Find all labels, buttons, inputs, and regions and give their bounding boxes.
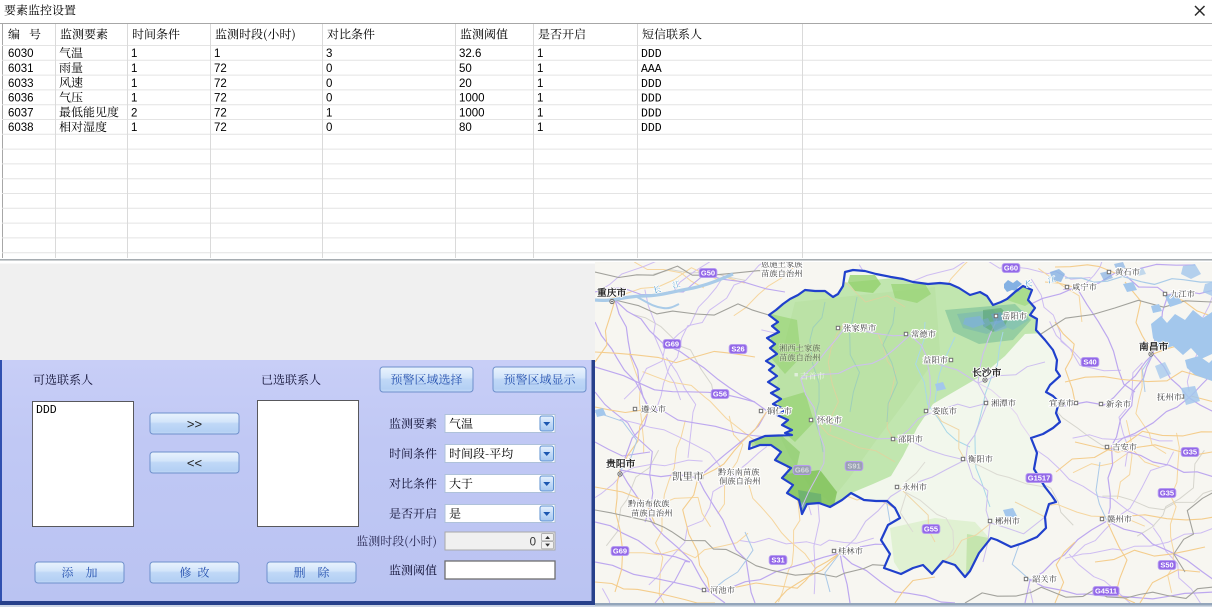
svg-text:1: 1 <box>537 93 543 105</box>
svg-text:1: 1 <box>537 48 543 60</box>
svg-text:72: 72 <box>214 107 227 119</box>
svg-text:1: 1 <box>131 93 137 105</box>
svg-text:S40: S40 <box>1083 358 1096 367</box>
svg-text:G1517: G1517 <box>1028 474 1051 483</box>
svg-text:0: 0 <box>530 537 536 549</box>
svg-text:S91: S91 <box>847 462 860 471</box>
svg-text:AAA: AAA <box>641 63 662 76</box>
svg-text:1: 1 <box>537 63 543 75</box>
svg-text:DDD: DDD <box>641 78 662 91</box>
svg-text:G60: G60 <box>1004 264 1018 273</box>
svg-text:G50: G50 <box>701 269 715 278</box>
svg-text:72: 72 <box>214 93 227 105</box>
svg-text:1000: 1000 <box>459 107 485 119</box>
svg-text:G69: G69 <box>665 340 679 349</box>
svg-text:G35: G35 <box>1160 489 1174 498</box>
svg-text:1: 1 <box>131 63 137 75</box>
svg-text:20: 20 <box>459 78 472 90</box>
svg-text:S26: S26 <box>731 345 744 354</box>
svg-text:DDD: DDD <box>36 404 57 417</box>
svg-text:6038: 6038 <box>8 122 34 134</box>
svg-text:3: 3 <box>326 48 332 60</box>
svg-text:2: 2 <box>131 107 137 119</box>
svg-text:50: 50 <box>459 63 472 75</box>
svg-text:S50: S50 <box>1160 561 1173 570</box>
svg-text:DDD: DDD <box>641 122 662 135</box>
svg-text:0: 0 <box>326 78 332 90</box>
svg-text:72: 72 <box>214 63 227 75</box>
svg-text:1: 1 <box>537 122 543 134</box>
svg-text:G66: G66 <box>795 466 809 475</box>
svg-text:1: 1 <box>131 48 137 60</box>
svg-text:80: 80 <box>459 122 472 134</box>
svg-text:G35: G35 <box>1183 448 1197 457</box>
svg-text:>>: >> <box>187 417 202 432</box>
svg-text:1: 1 <box>214 48 220 60</box>
svg-text:DDD: DDD <box>641 107 662 120</box>
svg-text:G4511: G4511 <box>1095 587 1117 596</box>
svg-text:G56: G56 <box>713 390 727 399</box>
svg-text:DDD: DDD <box>641 93 662 106</box>
svg-text:1: 1 <box>537 78 543 90</box>
svg-text:6030: 6030 <box>8 48 34 60</box>
svg-text:DDD: DDD <box>641 48 662 61</box>
svg-text:1: 1 <box>537 107 543 119</box>
svg-text:0: 0 <box>326 93 332 105</box>
svg-text:G69: G69 <box>613 547 627 556</box>
svg-text:72: 72 <box>214 122 227 134</box>
svg-text:32.6: 32.6 <box>459 48 481 60</box>
svg-text:1: 1 <box>131 78 137 90</box>
svg-text:1: 1 <box>326 107 332 119</box>
svg-text:0: 0 <box>326 122 332 134</box>
svg-text:G55: G55 <box>924 525 938 534</box>
svg-text:72: 72 <box>214 78 227 90</box>
svg-text:S31: S31 <box>771 556 784 565</box>
svg-text:6031: 6031 <box>8 63 34 75</box>
svg-text:1: 1 <box>131 122 137 134</box>
svg-text:6033: 6033 <box>8 78 34 90</box>
svg-text:0: 0 <box>326 63 332 75</box>
svg-text:6037: 6037 <box>8 107 34 119</box>
svg-text:6036: 6036 <box>8 93 34 105</box>
svg-text:1000: 1000 <box>459 93 485 105</box>
svg-text:<<: << <box>187 456 202 471</box>
